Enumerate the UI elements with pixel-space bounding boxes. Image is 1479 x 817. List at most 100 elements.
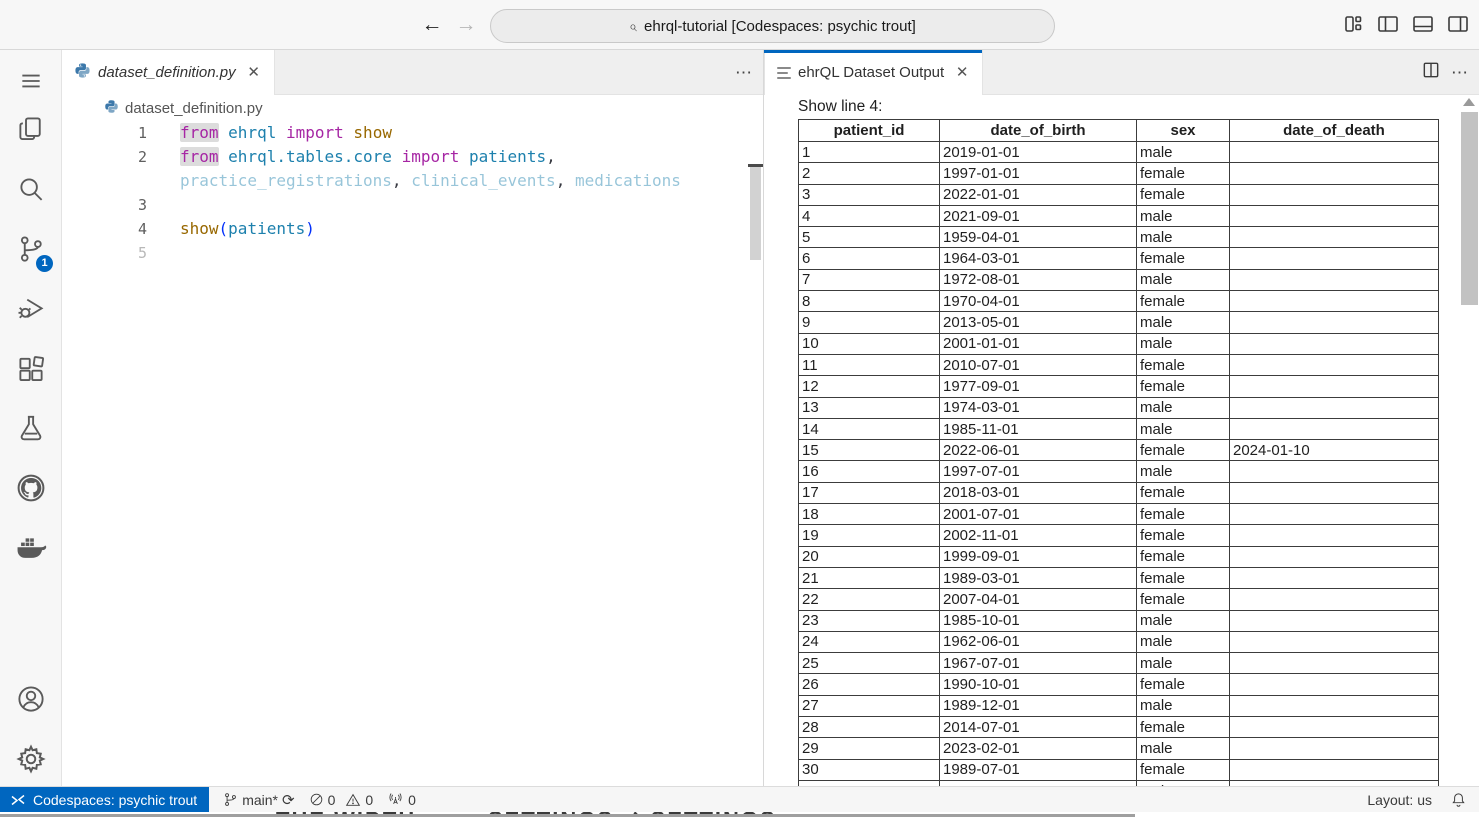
- table-cell: 1989-12-01: [940, 695, 1137, 716]
- table-row: 261990-10-01female: [799, 674, 1439, 695]
- source-control-icon[interactable]: 1: [0, 228, 61, 270]
- table-cell: [1230, 142, 1439, 163]
- testing-icon[interactable]: [0, 407, 61, 449]
- table-row: 292023-02-01male: [799, 738, 1439, 759]
- panel-scrollbar[interactable]: [1461, 112, 1478, 305]
- dataset-output-content: Show line 4: patient_iddate_of_birthsexd…: [764, 95, 1479, 786]
- table-cell: male: [1137, 631, 1230, 652]
- search-view-icon[interactable]: [0, 168, 61, 210]
- scroll-up-arrow-icon[interactable]: [1463, 98, 1475, 106]
- table-cell: 1989-03-01: [940, 567, 1137, 588]
- run-debug-icon[interactable]: [0, 288, 61, 330]
- problems-status[interactable]: 0 0: [309, 792, 374, 808]
- table-cell: [1230, 546, 1439, 567]
- toggle-primary-sidebar-icon[interactable]: [1375, 11, 1401, 37]
- panel-more-actions-icon[interactable]: ⋯: [1451, 63, 1469, 83]
- table-cell: female: [1137, 440, 1230, 461]
- table-row: 32022-01-01female: [799, 184, 1439, 205]
- code-editor[interactable]: 1from ehrql import show2from ehrql.table…: [62, 121, 763, 786]
- table-cell: female: [1137, 589, 1230, 610]
- editor-tab-bar: dataset_definition.py ✕ ⋯: [62, 50, 763, 95]
- settings-gear-icon[interactable]: [0, 738, 61, 780]
- split-editor-icon[interactable]: [1421, 60, 1441, 85]
- breadcrumb-label: dataset_definition.py: [125, 100, 263, 117]
- remote-indicator[interactable]: Codespaces: psychic trout: [0, 787, 209, 813]
- tab-ehrql-dataset-output[interactable]: ehrQL Dataset Output ✕: [764, 50, 983, 95]
- table-cell: 2022-01-01: [940, 184, 1137, 205]
- table-cell: 2018-03-01: [940, 482, 1137, 503]
- breadcrumb[interactable]: dataset_definition.py: [62, 95, 763, 121]
- docker-icon[interactable]: [0, 527, 61, 569]
- table-row: 192002-11-01female: [799, 525, 1439, 546]
- table-cell: 2010-07-01: [940, 354, 1137, 375]
- tab-close-icon[interactable]: ✕: [244, 63, 264, 83]
- column-header: date_of_birth: [940, 120, 1137, 142]
- tab-dataset-definition[interactable]: dataset_definition.py ✕: [62, 50, 275, 95]
- table-cell: 2021-09-01: [940, 205, 1137, 226]
- table-cell: 30: [799, 759, 940, 780]
- editor-scrollbar[interactable]: [750, 167, 761, 260]
- table-row: 61964-03-01female: [799, 248, 1439, 269]
- table-cell: [1230, 504, 1439, 525]
- table-cell: female: [1137, 248, 1230, 269]
- table-cell: female: [1137, 163, 1230, 184]
- editor-more-actions-icon[interactable]: ⋯: [735, 63, 753, 83]
- table-cell: 17: [799, 482, 940, 503]
- toggle-panel-icon[interactable]: [1410, 11, 1436, 37]
- github-icon[interactable]: [0, 467, 61, 509]
- table-row: 241962-06-01male: [799, 631, 1439, 652]
- table-cell: [1230, 610, 1439, 631]
- python-file-icon: [74, 62, 91, 84]
- dataset-table-header: patient_iddate_of_birthsexdate_of_death: [799, 120, 1439, 142]
- panel-tab-close-icon[interactable]: ✕: [952, 63, 972, 83]
- table-cell: [1230, 461, 1439, 482]
- table-cell: [1230, 738, 1439, 759]
- table-cell: male: [1137, 653, 1230, 674]
- command-center-search[interactable]: ⌕ ehrql-tutorial [Codespaces: psychic tr…: [490, 9, 1055, 43]
- code-line[interactable]: 4show(patients): [62, 217, 763, 241]
- accounts-icon[interactable]: [0, 678, 61, 720]
- explorer-icon[interactable]: [0, 108, 61, 150]
- code-lines: 1from ehrql import show2from ehrql.table…: [62, 121, 763, 265]
- back-button[interactable]: ←: [418, 12, 446, 40]
- table-cell: [1230, 248, 1439, 269]
- table-cell: [1230, 482, 1439, 503]
- code-line[interactable]: 1from ehrql import show: [62, 121, 763, 145]
- table-cell: 2002-11-01: [940, 525, 1137, 546]
- menu-icon[interactable]: [0, 60, 61, 102]
- extensions-icon[interactable]: [0, 349, 61, 391]
- code-line[interactable]: 2from ehrql.tables.core import patients,: [62, 145, 763, 169]
- table-cell: 1962-06-01: [940, 631, 1137, 652]
- activity-bar: 1: [0, 50, 62, 786]
- output-preview-icon: [777, 67, 791, 79]
- table-cell: 1959-04-01: [940, 227, 1137, 248]
- table-cell: 2: [799, 163, 940, 184]
- keyboard-layout-status[interactable]: Layout: us: [1367, 792, 1432, 808]
- table-row: 271989-12-01male: [799, 695, 1439, 716]
- table-cell: 1977-09-01: [940, 376, 1137, 397]
- sync-icon[interactable]: ⟳: [282, 791, 295, 809]
- ports-status[interactable]: 0: [387, 792, 416, 808]
- table-row: 172018-03-01female: [799, 482, 1439, 503]
- notifications-bell-icon[interactable]: [1450, 791, 1467, 808]
- table-cell: 2001-07-01: [940, 504, 1137, 525]
- branch-status[interactable]: main* ⟳: [223, 791, 294, 809]
- table-cell: male: [1137, 397, 1230, 418]
- table-cell: 29: [799, 738, 940, 759]
- table-cell: female: [1137, 482, 1230, 503]
- table-cell: 1997-07-01: [940, 461, 1137, 482]
- table-cell: 9: [799, 312, 940, 333]
- table-cell: male: [1137, 312, 1230, 333]
- dataset-table-body: 12019-01-01male21997-01-01female32022-01…: [799, 142, 1439, 787]
- code-line[interactable]: 5: [62, 241, 763, 265]
- panel-tab-label: ehrQL Dataset Output: [798, 64, 944, 81]
- table-cell: female: [1137, 759, 1230, 780]
- code-line[interactable]: 3: [62, 193, 763, 217]
- table-cell: female: [1137, 717, 1230, 738]
- toggle-secondary-sidebar-icon[interactable]: [1445, 11, 1471, 37]
- table-cell: 1997-01-01: [940, 163, 1137, 184]
- scm-badge: 1: [36, 255, 53, 272]
- table-row: 182001-07-01female: [799, 504, 1439, 525]
- code-line[interactable]: practice_registrations, clinical_events,…: [62, 169, 763, 193]
- customize-layout-icon[interactable]: [1340, 11, 1366, 37]
